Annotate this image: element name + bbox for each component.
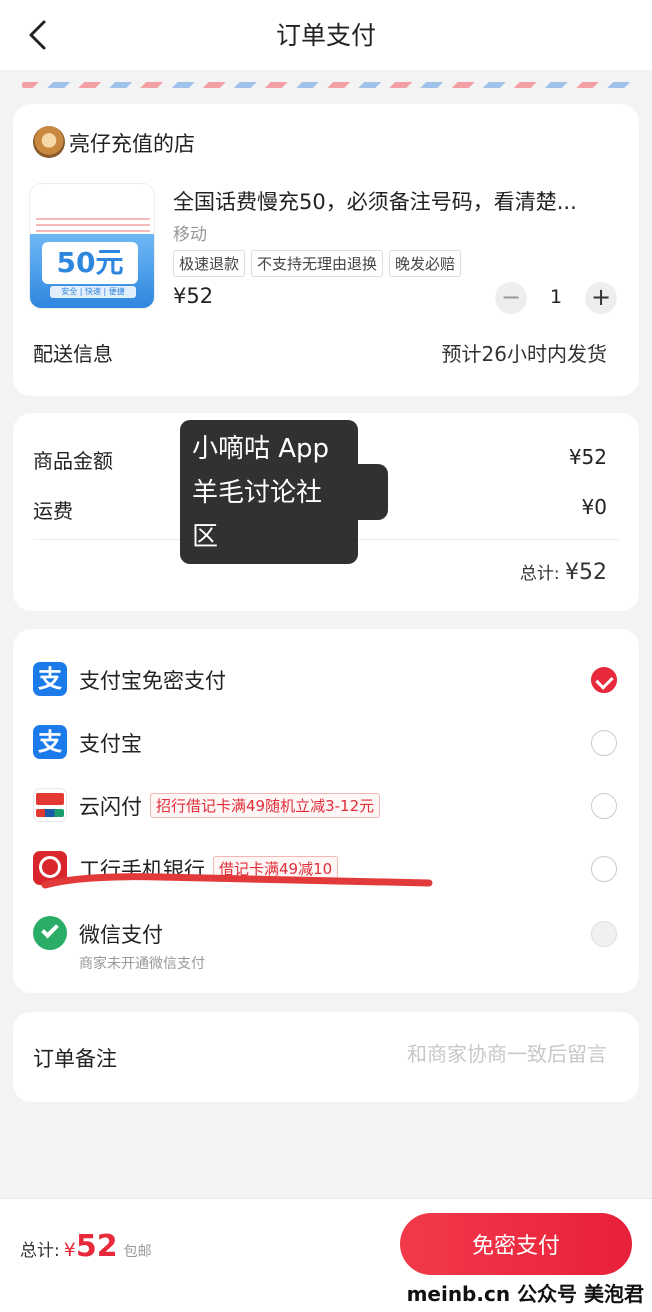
alipay-icon: 支: [33, 662, 67, 696]
freight-label: 运费: [33, 499, 73, 523]
payment-option-wechat[interactable]: 微信支付 商家未开通微信支付: [33, 913, 617, 973]
summary-total-value: ¥52: [565, 560, 607, 585]
pay-button[interactable]: 免密支付: [400, 1213, 632, 1275]
shipping-estimate: 预计26小时内发货: [441, 342, 607, 366]
watermark-line: 羊毛讨论社区: [192, 478, 323, 552]
service-tag: 不支持无理由退换: [251, 250, 384, 277]
page-title: 订单支付: [275, 21, 376, 50]
top-nav-bar: 订单支付: [0, 0, 652, 70]
order-note-label: 订单备注: [33, 1047, 117, 1071]
payment-option-label-wrap: 云闪付 招行借记卡满49随机立减3-12元: [79, 791, 381, 821]
alipay-icon: 支: [33, 725, 67, 759]
goods-amount-label: 商品金额: [33, 449, 113, 473]
watermark-overlay: 小嘀咕 App 羊毛讨论社区 xdglt.com: [180, 420, 358, 596]
footer-credit: meinb.cn 公众号 美泡君: [406, 1282, 644, 1306]
radio-disabled: [591, 921, 617, 947]
quantity-stepper: − 1 +: [495, 282, 617, 314]
payment-methods-card: 支 支付宝免密支付 支 支付宝 云闪付 招行借记卡满49随机立减3-12元 工行手…: [13, 629, 639, 993]
shop-avatar[interactable]: [33, 126, 65, 158]
free-shipping-label: 包邮: [123, 1244, 152, 1260]
product-variant: 移动: [173, 225, 207, 245]
thumbnail-face-value: 50元: [42, 242, 138, 284]
bottom-total-label: 总计:: [20, 1241, 60, 1261]
product-title[interactable]: 全国话费慢充50，必须备注号码，看清楚...: [173, 186, 619, 216]
wechat-pay-icon: [33, 916, 67, 950]
payment-option-label: 支付宝免密支付: [79, 669, 226, 693]
radio-unselected[interactable]: [591, 730, 617, 756]
summary-total: 总计: ¥52: [520, 559, 607, 585]
unionpay-icon: [33, 788, 67, 822]
order-item-card: 亮仔充值的店 50元 安全 | 快速 | 便捷 全国话费慢充50，必须备注号码，…: [13, 104, 639, 396]
quantity-value: 1: [549, 286, 563, 308]
product-price: ¥52: [173, 284, 214, 308]
order-note-card: 订单备注: [13, 1012, 639, 1102]
freight-value: ¥0: [581, 495, 607, 519]
promo-badge: 招行借记卡满49随机立减3-12元: [150, 793, 381, 818]
radio-selected[interactable]: [591, 667, 617, 693]
watermark-line: 小嘀咕 App: [192, 434, 330, 464]
watermark-line: xdglt.com: [192, 566, 322, 596]
summary-total-label: 总计:: [519, 564, 565, 584]
bottom-total: 总计: ¥52 包邮: [20, 1229, 152, 1264]
increase-quantity-button[interactable]: +: [585, 282, 617, 314]
service-tag: 极速退款: [173, 250, 246, 277]
product-thumbnail[interactable]: 50元 安全 | 快速 | 便捷: [29, 183, 155, 309]
service-tag: 晚发必赔: [389, 250, 462, 277]
radio-unselected[interactable]: [591, 793, 617, 819]
payment-option-subtext: 商家未开通微信支付: [79, 956, 205, 972]
order-note-input[interactable]: [287, 1042, 607, 1066]
shipping-label: 配送信息: [33, 342, 113, 366]
red-hand-drawn-underline: [41, 873, 433, 889]
payment-option-label: 云闪付: [79, 795, 142, 819]
airmail-stripe-divider: [22, 82, 630, 88]
bottom-total-currency: ¥: [63, 1239, 76, 1261]
payment-option-label: 支付宝: [79, 732, 142, 756]
payment-option-alipay[interactable]: 支 支付宝: [33, 722, 617, 762]
goods-amount-value: ¥52: [568, 445, 607, 469]
thumbnail-subtext: 安全 | 快速 | 便捷: [50, 286, 136, 298]
decrease-quantity-button[interactable]: −: [495, 282, 527, 314]
payment-option-label: 微信支付: [79, 923, 163, 947]
shop-name[interactable]: 亮仔充值的店: [69, 128, 195, 158]
payment-option-alipay-nopwd[interactable]: 支 支付宝免密支付: [33, 659, 617, 699]
bottom-total-amount: 52: [75, 1229, 118, 1264]
radio-unselected[interactable]: [591, 856, 617, 882]
payment-option-unionpay[interactable]: 云闪付 招行借记卡满49随机立减3-12元: [33, 785, 617, 825]
watermark-tab: [358, 464, 388, 520]
service-tags: 极速退款 不支持无理由退换 晚发必赔: [173, 250, 462, 277]
